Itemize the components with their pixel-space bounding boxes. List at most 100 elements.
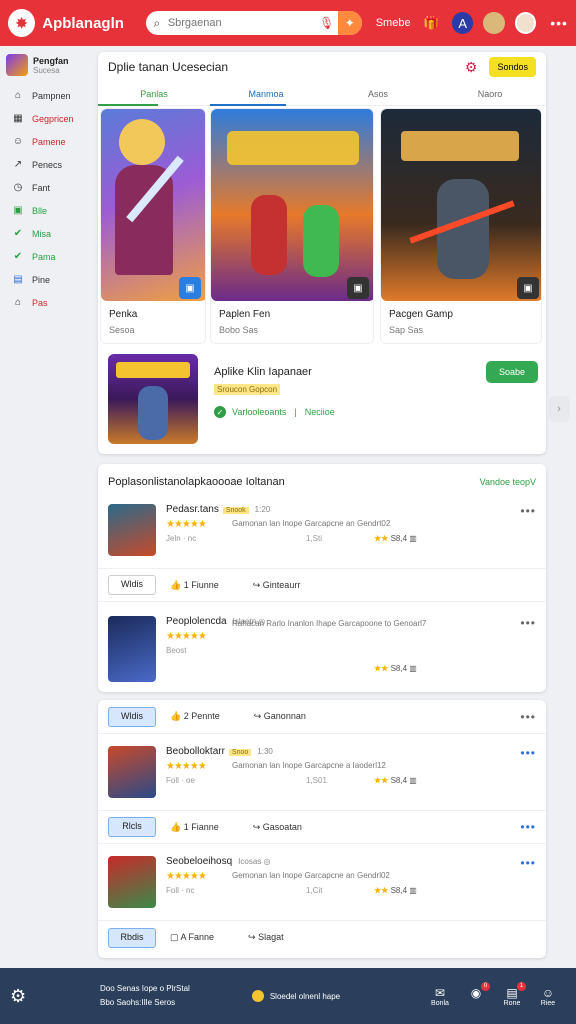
coin-icon [251, 990, 264, 1002]
gift-icon[interactable]: 🎁 [421, 12, 442, 34]
more-icon[interactable]: ••• [520, 616, 536, 630]
sidebar-item-label: Pamene [32, 136, 66, 147]
nav-item-store[interactable]: ▤ 1 Rone [494, 981, 530, 1007]
post-name[interactable]: Peoplolencda [166, 616, 227, 627]
search-go-button[interactable]: ✦ [337, 11, 362, 35]
tab-3[interactable]: Asos [322, 84, 434, 105]
chevron-right-icon[interactable]: › [548, 396, 570, 422]
share-button[interactable]: ↪ Gasoatan [253, 822, 302, 833]
post-mid: 1,S01 [306, 776, 327, 785]
game-name: Paplen Fen [219, 309, 271, 320]
sidebar-item[interactable]: ✔ Misa [0, 222, 92, 245]
sidebar-item[interactable]: ↗ Penecs [0, 153, 92, 176]
like-button[interactable]: 👍 2 Pennte [170, 711, 220, 722]
action-button-primary[interactable]: Rbdis [108, 927, 156, 948]
bottom-status[interactable]: Sloedel olnenl hape [251, 990, 340, 1002]
post-score-value: S8,4 [390, 776, 408, 785]
search-bar[interactable]: ⌕ 🎙 ✦ [145, 11, 362, 35]
share-button[interactable]: ↪ Ginteaurr [253, 580, 301, 591]
promo-status-text: Varlooleoants [232, 407, 287, 417]
featured-action-button[interactable]: Sondos [489, 57, 536, 77]
nav-item-messages[interactable]: ✉ Bonla [422, 986, 458, 1007]
check-icon: ✓ [214, 406, 226, 418]
game-card[interactable]: ▣ Penka Sesoa [100, 108, 206, 344]
like-button[interactable]: 👍 1 Fiunne [170, 580, 219, 591]
sidebar-item-label: Blle [32, 205, 48, 216]
post-thumbnail[interactable] [108, 616, 156, 682]
post-left: Beost [166, 646, 187, 655]
share-label: Ginteaurr [262, 579, 301, 590]
post-name[interactable]: Pedasr.tans [166, 504, 219, 515]
nav-item-profile[interactable]: ☺ Riee [530, 986, 566, 1007]
store-icon: ▤ [13, 274, 23, 285]
sidebar-item[interactable]: ▤ Pine [0, 268, 92, 291]
account-icon[interactable]: A [451, 12, 474, 34]
post-thumbnail[interactable] [108, 746, 156, 798]
share-label: Gasoatan [262, 821, 302, 832]
like-button[interactable]: ▢ A Fanne [170, 932, 214, 943]
more-icon[interactable]: ••• [550, 15, 568, 31]
tab-4[interactable]: Naoro [434, 84, 546, 105]
section-link[interactable]: Vandoe teopV [480, 477, 536, 487]
sidebar-item[interactable]: ☺ Pamene [0, 130, 92, 153]
app-brand: Apblanagln [42, 14, 124, 32]
sidebar-item[interactable]: ⌂ Pampnen [0, 84, 92, 107]
star-rating: ★★★★★ [166, 761, 207, 772]
more-icon[interactable]: ••• [520, 820, 536, 834]
sidebar-item[interactable]: ◷ Fant [0, 176, 92, 199]
action-button-primary[interactable]: Rlcls [108, 817, 156, 837]
post-item[interactable]: Beobolloktarr Snoo 1:30 ★★★★★ Gamonan lan … [98, 742, 546, 810]
post-score-value: S8,4 [390, 534, 408, 543]
game-card[interactable]: ▣ Paplen Fen Bobo Sas [210, 108, 374, 344]
sidebar-item-label: Pampnen [32, 90, 71, 101]
post-thumbnail[interactable] [108, 856, 156, 908]
action-button-primary[interactable]: Wldis [108, 575, 156, 595]
settings-icon[interactable]: ⚙ [10, 986, 36, 1007]
avatar-secondary[interactable] [514, 12, 537, 34]
gear-icon[interactable]: ⚙ [465, 59, 478, 76]
game-card[interactable]: ▣ Pacgen Gamp Sap Sas [380, 108, 542, 344]
post-name[interactable]: Beobolloktarr [166, 746, 225, 757]
post-left: Foll · nc [166, 886, 195, 895]
more-icon[interactable]: ••• [520, 856, 536, 870]
more-icon[interactable]: ••• [520, 746, 536, 760]
share-button[interactable]: ↪ Slagat [248, 932, 284, 943]
nav-item-globe[interactable]: ◉ 0 [458, 981, 494, 1007]
post-item[interactable]: Pedasr.tans Snook 1:20 ★★★★★ Gamonan lan I… [98, 500, 546, 568]
game-name: Penka [109, 309, 138, 320]
app-logo[interactable]: ✸ [8, 9, 36, 37]
tab-2[interactable]: Manmoa [210, 84, 322, 106]
more-icon[interactable]: ••• [520, 710, 536, 724]
sidebar-item-label: Gegpricen [32, 113, 74, 124]
post-name[interactable]: Seobeloeihosq [166, 856, 232, 867]
sidebar-item[interactable]: ✔ Pama [0, 245, 92, 268]
post-item[interactable]: Seobeloeihosq Icosas ◎ ★★★★★ Gemonan lan … [98, 852, 546, 920]
post-meta: 1:20 [254, 505, 271, 514]
post-thumbnail[interactable] [108, 504, 156, 556]
avatar[interactable] [483, 12, 505, 34]
post-score: ★★ S8,4 ▥ [374, 776, 417, 785]
sidebar-item[interactable]: ▣ Blle [0, 199, 92, 222]
tab-1[interactable]: Panlas [98, 84, 210, 106]
post-item[interactable]: Peoplolencda Islaetn ◎ ★★★★★ Rahacan Rarl… [98, 612, 546, 682]
top-link[interactable]: Smebe [376, 17, 411, 29]
like-button[interactable]: 👍 1 Fianne [170, 822, 219, 833]
share-button[interactable]: ↪ Ganonnan [254, 711, 306, 722]
search-input[interactable] [167, 17, 316, 29]
nav-label: Riee [540, 999, 556, 1007]
sidebar-item[interactable]: ▦ Gegpricen [0, 107, 92, 130]
promo-button[interactable]: Soabe [486, 361, 538, 383]
action-button-primary[interactable]: Wldis [108, 706, 156, 727]
posts-panel-secondary: Wldis 👍 2 Pennte ↪ Ganonnan ••• Beobollo… [98, 700, 546, 958]
more-icon[interactable]: ••• [520, 504, 536, 518]
mic-icon[interactable]: 🎙 [316, 16, 338, 30]
promo-link[interactable]: Neciioe [305, 407, 335, 417]
check-icon: ✔ [13, 251, 23, 262]
sidebar-profile[interactable]: Pengfan Sucesa [0, 46, 92, 84]
game-sub: Sap Sas [389, 325, 424, 335]
sidebar-item[interactable]: ⌂ Pas [0, 291, 92, 314]
sidebar-item-label: Fant [32, 182, 51, 193]
promo-thumbnail[interactable] [108, 354, 198, 444]
post-mid: 1,Cit [306, 886, 323, 895]
post-actions: Rlcls 👍 1 Fianne ↪ Gasoatan ••• [98, 810, 546, 844]
